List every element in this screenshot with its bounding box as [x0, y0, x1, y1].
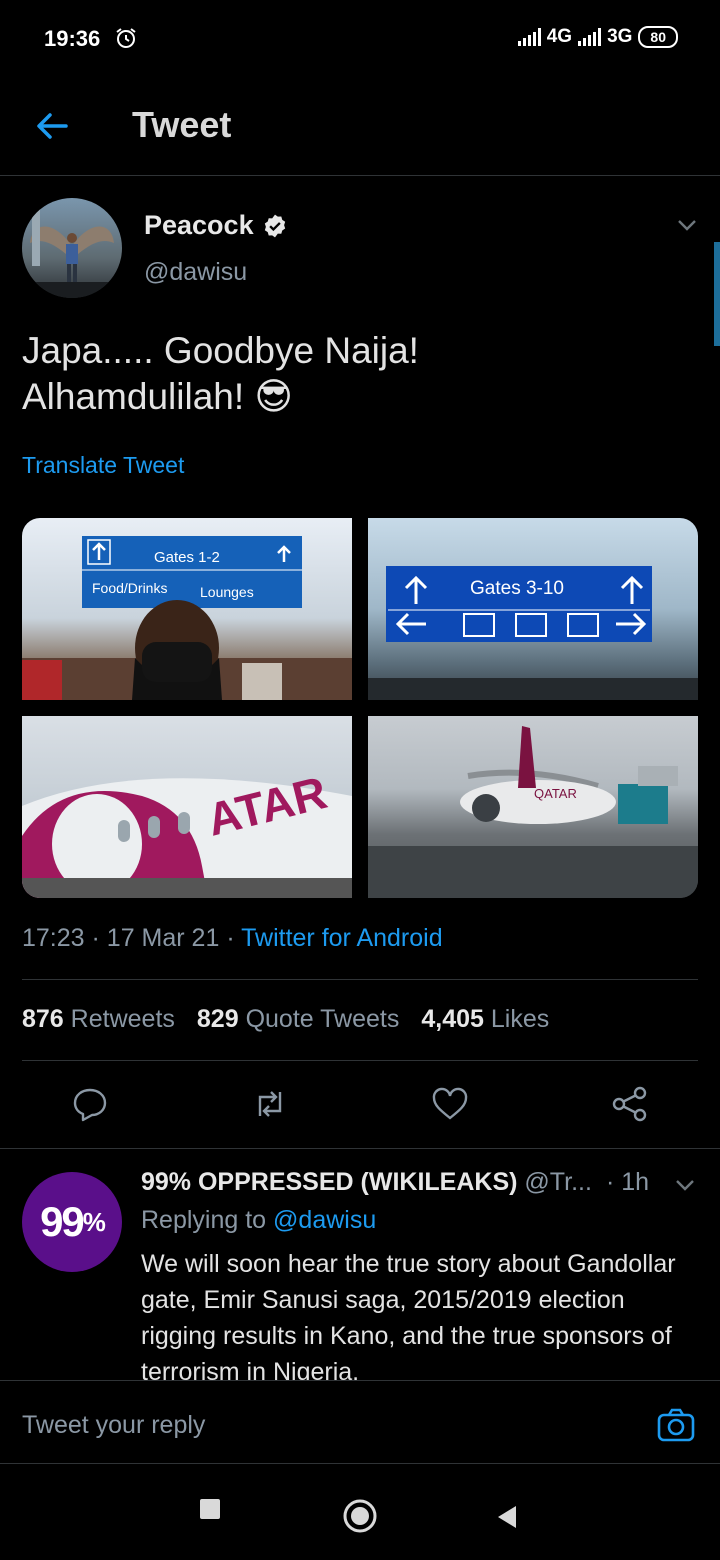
retweets-label: Retweets [70, 1005, 175, 1033]
reply-text: We will soon hear the true story about G… [141, 1250, 676, 1382]
sign-gates-1-2: Gates 1-2 [154, 549, 220, 566]
reply-input-placeholder[interactable]: Tweet your reply [22, 1411, 205, 1440]
status-time: 19:36 [44, 26, 101, 51]
chevron-down-icon[interactable] [676, 214, 698, 236]
meta-separator: · [226, 924, 235, 952]
status-bar: 19:36 4G 3G 80 [0, 0, 720, 80]
reply-author-name: 99% OPPRESSED (WIKILEAKS) [141, 1168, 518, 1196]
tweet-text: Japa..... Goodbye Naija! Alhamdulilah! 😎 [22, 328, 682, 420]
likes-stat[interactable]: 4,405 Likes [421, 1005, 549, 1034]
author-handle[interactable]: @dawisu [144, 258, 247, 287]
tweet-metadata: 17:23 · 17 Mar 21 · Twitter for Android [22, 924, 443, 953]
reply-composer[interactable]: Tweet your reply [0, 1380, 720, 1464]
author-name-text: Peacock [144, 210, 254, 240]
tweet-photo-4[interactable]: QATAR [368, 716, 698, 898]
tweet-photo-1[interactable]: Gates 1-2 Food/Drinks Lounges [22, 518, 352, 700]
divider [22, 1060, 698, 1061]
likes-count: 4,405 [421, 1005, 484, 1033]
tweet-client-link[interactable]: Twitter for Android [241, 924, 442, 952]
retweets-count: 876 [22, 1005, 64, 1033]
system-nav-bar [0, 1464, 720, 1560]
tweet-text-line-1: Japa..... Goodbye Naija! [22, 330, 419, 371]
quote-tweets-stat[interactable]: 829 Quote Tweets [197, 1005, 399, 1034]
translate-tweet-link[interactable]: Translate Tweet [22, 452, 184, 479]
reply-header[interactable]: 99% OPPRESSED (WIKILEAKS) @Tr... [141, 1168, 661, 1197]
network-label-2: 3G [607, 26, 633, 47]
author-avatar[interactable] [22, 198, 122, 298]
back-arrow-icon[interactable] [34, 108, 70, 144]
tweet-date: 17 Mar 21 [106, 924, 220, 952]
divider [22, 979, 698, 980]
tweet-photo-2[interactable]: Gates 3-10 [368, 518, 698, 700]
meta-separator: · [91, 924, 100, 952]
sign-lounges: Lounges [200, 584, 254, 600]
tweet-stats: 876 Retweets 829 Quote Tweets 4,405 Like… [22, 1005, 549, 1034]
sign-gates-3-10: Gates 3-10 [470, 578, 564, 599]
tweet-text-line-2: Alhamdulilah! 😎 [22, 376, 293, 417]
chevron-down-icon[interactable] [674, 1174, 696, 1196]
network-label-1: 4G [546, 26, 573, 47]
battery-indicator: 80 [638, 26, 678, 48]
reply-icon[interactable] [70, 1084, 110, 1124]
replying-to-mention[interactable]: @dawisu [273, 1206, 376, 1234]
reply-author-avatar[interactable]: 99% [22, 1172, 122, 1272]
likes-label: Likes [490, 1005, 550, 1033]
like-heart-icon[interactable] [430, 1084, 470, 1124]
scrollbar[interactable] [714, 242, 720, 346]
home-circle-icon[interactable] [342, 1498, 378, 1534]
replying-to-prefix: Replying to [141, 1206, 267, 1234]
tweet-action-bar [0, 1080, 720, 1130]
top-app-bar: Tweet [0, 80, 720, 176]
back-triangle-icon[interactable] [496, 1504, 518, 1530]
share-icon[interactable] [610, 1084, 650, 1124]
reply-time: · 1h [606, 1168, 650, 1196]
sign-food-drinks: Food/Drinks [92, 580, 167, 596]
status-indicators: 4G 3G 80 [517, 26, 678, 48]
reply-avatar-suffix: % [82, 1206, 106, 1237]
signal-icon [517, 28, 541, 46]
tweet-time: 17:23 [22, 924, 85, 952]
signal-icon [578, 28, 602, 46]
reply-avatar-text: 99 [40, 1198, 85, 1245]
reply-author-handle: @Tr... [524, 1168, 592, 1196]
aircraft-livery-text-2: QATAR [534, 786, 577, 801]
replying-to: Replying to @dawisu [141, 1206, 376, 1235]
alarm-icon [116, 28, 136, 48]
page-title: Tweet [132, 104, 232, 145]
tweet-photo-3[interactable]: ATAR [22, 716, 352, 898]
verified-badge-icon [264, 214, 285, 237]
recents-square-icon[interactable] [199, 1498, 221, 1520]
retweet-icon[interactable] [250, 1084, 290, 1124]
retweets-stat[interactable]: 876 Retweets [22, 1005, 175, 1034]
camera-icon[interactable] [656, 1407, 696, 1443]
quote-tweets-count: 829 [196, 1005, 239, 1033]
author-name[interactable]: Peacock [144, 210, 288, 241]
quote-tweets-label: Quote Tweets [245, 1005, 400, 1033]
divider [0, 1148, 720, 1149]
